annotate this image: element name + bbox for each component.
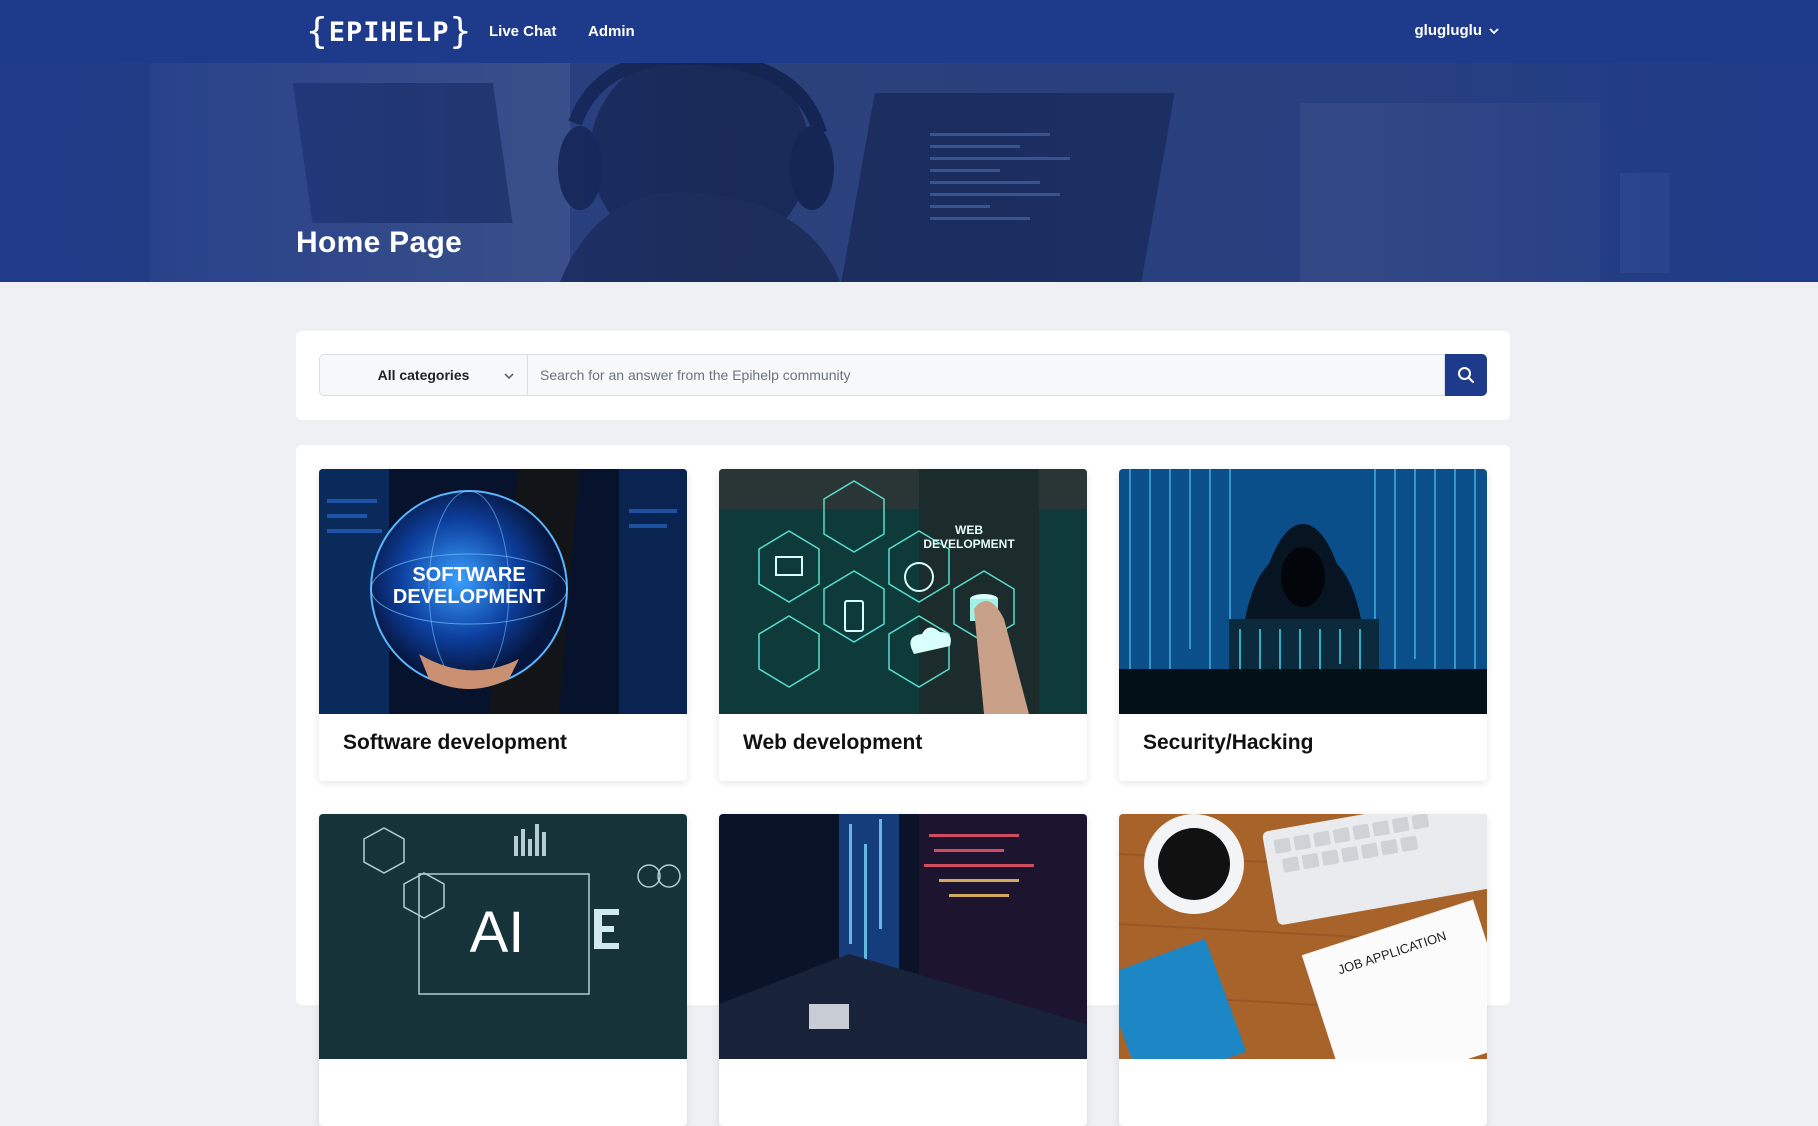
user-menu-dropdown[interactable]: glugluglu [1415,22,1500,39]
category-select[interactable]: All categories [319,354,527,396]
category-card-web-development[interactable]: WEB DEVELOPMENT Web development [719,469,1087,781]
category-card-security-hacking[interactable]: Security/Hacking [1119,469,1487,781]
search-panel: All categories [296,331,1510,420]
page-title: Home Page [296,226,463,259]
logo-text: EPIHELP [328,16,450,48]
search-icon [1458,367,1474,383]
category-card-6[interactable]: JOB APPLICATION [1119,814,1487,1126]
search-bar: All categories [319,354,1487,396]
software-image-caption-line2: DEVELOPMENT [393,586,545,608]
category-select-value: All categories [377,367,470,383]
hero-background-photo [0,63,1818,282]
category-card-ai[interactable]: AI [319,814,687,1126]
chevron-down-icon [504,373,514,380]
web-development-image: WEB DEVELOPMENT [719,469,1087,714]
category-title: Software development [343,731,568,754]
epihelp-logo[interactable]: {EPIHELP} [306,14,472,50]
nav-link-live-chat[interactable]: Live Chat [489,23,557,40]
category-card-software-development[interactable]: SOFTWARE DEVELOPMENT Software developmen… [319,469,687,781]
navbar-inner: {EPIHELP} Live Chat Admin glugluglu [296,0,1510,63]
ai-image-caption: AI [470,900,525,965]
software-development-image: SOFTWARE DEVELOPMENT [319,469,687,714]
category-title: Web development [743,731,923,754]
web-image-caption-line1: WEB [955,523,983,537]
circuit-code-image [719,814,1087,1059]
username-label: glugluglu [1414,22,1482,39]
job-application-image: JOB APPLICATION [1119,814,1487,1059]
ai-image: AI [319,814,687,1059]
security-hacking-image [1119,469,1487,714]
category-card-5[interactable] [719,814,1087,1126]
category-grid: SOFTWARE DEVELOPMENT Software developmen… [296,445,1510,1126]
nav-link-admin[interactable]: Admin [588,23,635,40]
search-input[interactable] [527,354,1445,396]
category-title: Security/Hacking [1143,731,1314,754]
chevron-down-icon [1489,27,1499,34]
web-image-caption-line2: DEVELOPMENT [923,537,1015,551]
software-image-caption-line1: SOFTWARE [412,564,525,586]
hero-banner: Home Page [0,63,1818,282]
search-button[interactable] [1445,354,1487,396]
top-navbar: {EPIHELP} Live Chat Admin glugluglu [0,0,1818,63]
